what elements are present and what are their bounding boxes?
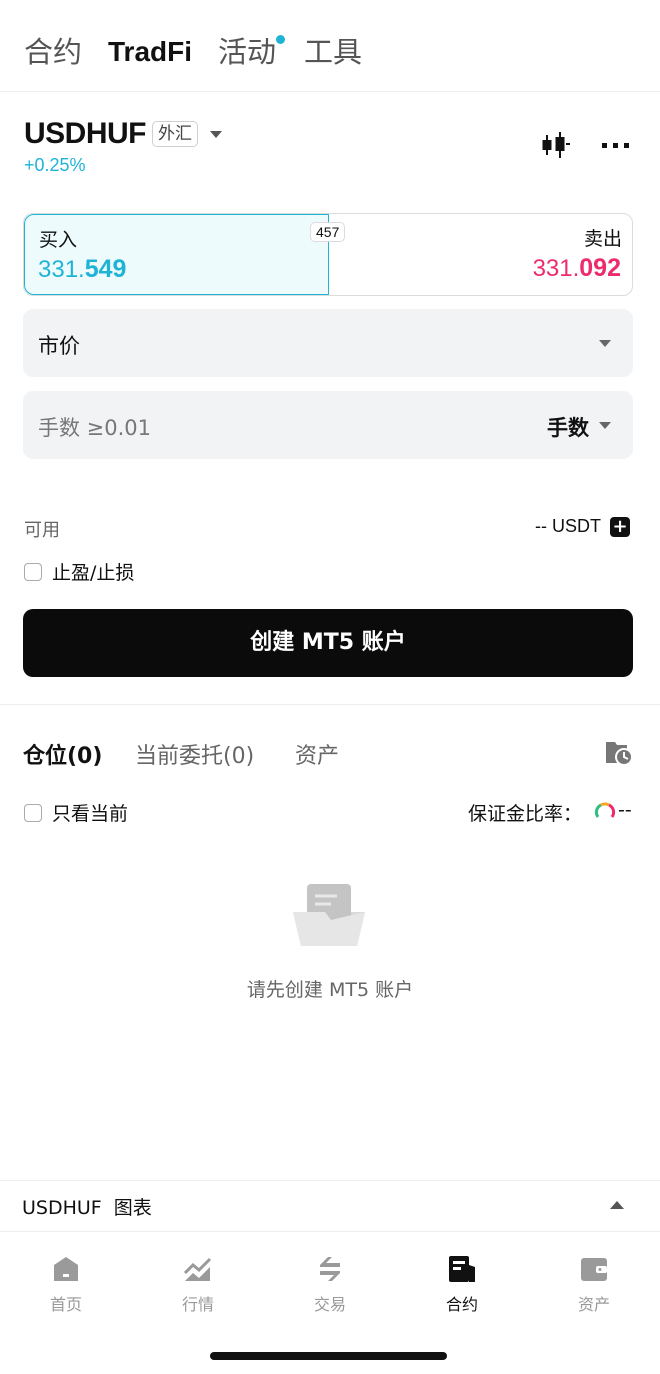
candlestick-icon[interactable] (540, 130, 570, 160)
buy-button[interactable]: 买入 331.549 (24, 214, 329, 295)
markets-icon (183, 1257, 212, 1281)
only-current-label: 只看当前 (52, 803, 129, 825)
chevron-down-icon (599, 422, 611, 429)
buy-label: 买入 (39, 229, 78, 251)
create-mt5-account-button[interactable]: 创建 MT5 账户 (23, 609, 633, 677)
sell-label: 卖出 (583, 228, 622, 250)
chevron-down-icon (599, 340, 611, 347)
home-indicator (210, 1352, 447, 1360)
tpsl-label: 止盈/止损 (52, 562, 135, 584)
tab-assets[interactable]: 资产 (295, 738, 339, 770)
margin-ratio-value: -- (618, 799, 632, 821)
sell-price: 331.092 (532, 254, 621, 282)
available-label: 可用 (24, 520, 60, 541)
price-change: +0.25% (24, 155, 86, 175)
available-value: -- USDT (535, 516, 601, 536)
nav-trade[interactable]: 交易 (264, 1233, 396, 1333)
checkbox-icon (24, 803, 42, 822)
checkbox-icon (24, 562, 42, 581)
tab-activity[interactable]: 活动 (218, 34, 276, 70)
quantity-placeholder: 手数 ≥0.01 (38, 416, 152, 440)
order-type-select[interactable]: 市价 (23, 309, 633, 377)
tab-tools[interactable]: 工具 (304, 34, 362, 70)
add-funds-icon[interactable]: + (610, 517, 630, 537)
pair-name: USDHUF (24, 117, 147, 150)
order-type-value: 市价 (38, 334, 80, 358)
trade-icon (320, 1257, 340, 1281)
chevron-up-icon (610, 1201, 624, 1209)
nav-markets[interactable]: 行情 (132, 1233, 264, 1333)
spread-badge: 457 (310, 222, 346, 242)
price-box: 买入 331.549 卖出 331.092 457 (23, 213, 633, 296)
quantity-input[interactable]: 手数 ≥0.01 手数 (23, 391, 633, 459)
home-icon (54, 1257, 78, 1281)
only-current-checkbox[interactable]: 只看当前 (24, 799, 128, 826)
tab-tradfi[interactable]: TradFi (108, 34, 192, 70)
tab-contract[interactable]: 合约 (24, 34, 82, 70)
more-icon[interactable] (601, 130, 631, 160)
history-icon[interactable] (603, 736, 633, 766)
divider (0, 704, 660, 705)
empty-state-text: 请先创建 MT5 账户 (246, 979, 414, 1001)
tab-open-orders[interactable]: 当前委托(0) (135, 738, 254, 770)
tpsl-checkbox[interactable]: 止盈/止损 (24, 558, 134, 585)
quantity-unit-select[interactable]: 手数 (547, 412, 589, 442)
margin-ratio-label: 保证金比率： (468, 803, 583, 825)
nav-assets[interactable]: 资产 (528, 1233, 660, 1333)
pair-selector[interactable]: USDHUF 外汇 (24, 114, 222, 154)
wallet-icon (581, 1258, 607, 1281)
futures-icon (449, 1256, 475, 1282)
chart-bar-label: USDHUF 图表 (22, 1197, 152, 1219)
chevron-down-icon (210, 130, 222, 138)
gauge-icon (594, 802, 616, 818)
empty-document-icon (293, 884, 365, 946)
buy-price: 331.549 (38, 255, 127, 283)
top-tabs: 合约 TradFi 活动 工具 (0, 0, 660, 92)
sell-button[interactable]: 卖出 331.092 (329, 214, 632, 295)
chart-toggle-bar[interactable]: USDHUF 图表 (0, 1180, 660, 1232)
pair-tag: 外汇 (152, 121, 198, 147)
nav-home[interactable]: 首页 (0, 1233, 132, 1333)
notification-dot (276, 35, 285, 44)
tab-positions[interactable]: 仓位(0) (23, 738, 102, 770)
nav-futures[interactable]: 合约 (396, 1233, 528, 1333)
bottom-nav: 首页 行情 交易 合约 资产 (0, 1233, 660, 1333)
